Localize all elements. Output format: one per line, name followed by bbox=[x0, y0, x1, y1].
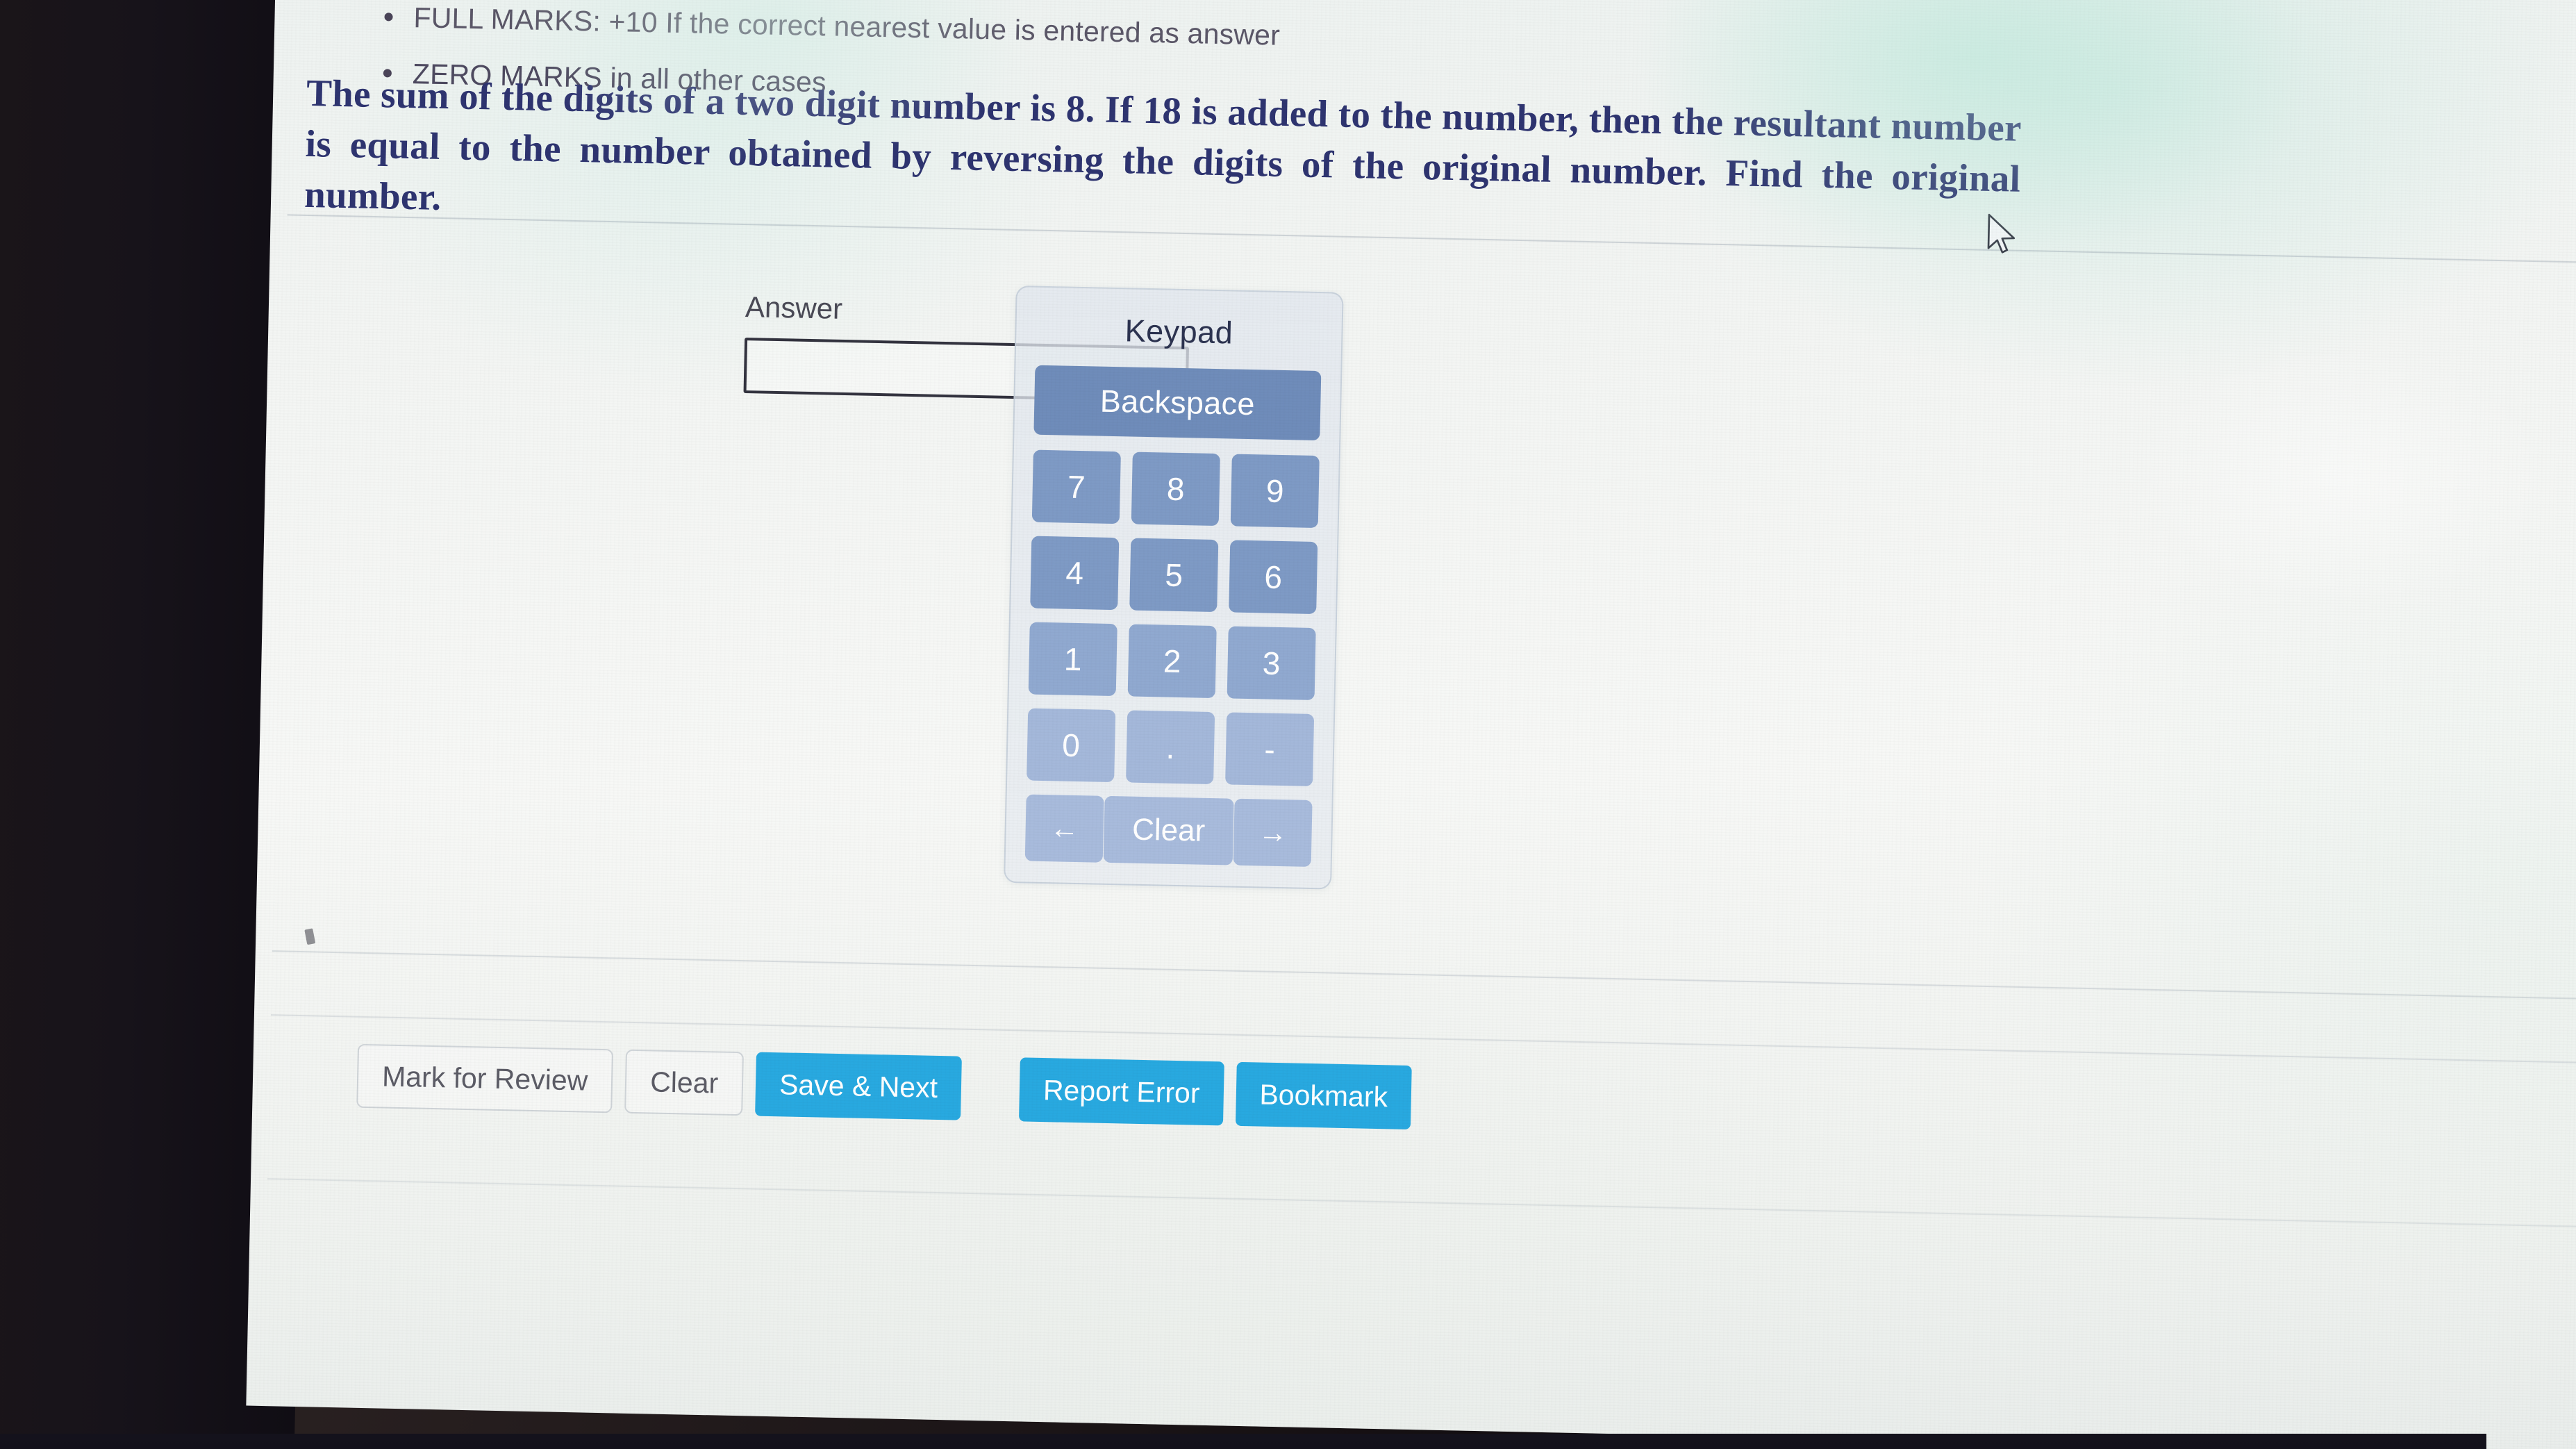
keypad-key-8[interactable]: 8 bbox=[1131, 452, 1220, 527]
keypad-row-nav: ← Clear → bbox=[1024, 794, 1313, 867]
keypad-clear-button[interactable]: Clear bbox=[1103, 795, 1234, 866]
keypad-key-2[interactable]: 2 bbox=[1127, 624, 1217, 699]
monitor-photo: FULL MARKS: +10 If the correct nearest v… bbox=[0, 0, 2576, 1449]
keypad-key-0[interactable]: 0 bbox=[1027, 708, 1116, 783]
keypad-row-123: 1 2 3 bbox=[1028, 622, 1316, 701]
report-error-button[interactable]: Report Error bbox=[1019, 1057, 1224, 1126]
bookmark-button[interactable]: Bookmark bbox=[1235, 1061, 1412, 1129]
keypad-row-0-dot-minus: 0 . - bbox=[1027, 708, 1315, 786]
keypad-arrow-left-icon[interactable]: ← bbox=[1024, 794, 1104, 863]
exam-page: FULL MARKS: +10 If the correct nearest v… bbox=[246, 0, 2576, 1449]
keypad-key-4[interactable]: 4 bbox=[1030, 536, 1120, 611]
keypad-panel: Keypad Backspace 7 8 9 4 5 6 1 2 3 0 . -… bbox=[1004, 285, 1344, 890]
keypad-key-9[interactable]: 9 bbox=[1230, 454, 1320, 529]
keypad-key-6[interactable]: 6 bbox=[1229, 540, 1318, 615]
monitor-bottom-bezel bbox=[0, 1434, 2486, 1449]
keypad-arrow-right-icon[interactable]: → bbox=[1233, 798, 1313, 867]
save-and-next-button[interactable]: Save & Next bbox=[755, 1052, 962, 1120]
marking-scheme-full-marks: FULL MARKS: +10 If the correct nearest v… bbox=[413, 1, 1281, 51]
section-divider bbox=[272, 950, 2576, 1000]
mark-for-review-button[interactable]: Mark for Review bbox=[356, 1043, 614, 1113]
keypad-row-456: 4 5 6 bbox=[1030, 536, 1318, 615]
action-bar: Mark for Review Clear Save & Next Report… bbox=[356, 1043, 1424, 1130]
screen-speck bbox=[304, 928, 316, 945]
keypad-key-7[interactable]: 7 bbox=[1031, 449, 1121, 524]
keypad-key-5[interactable]: 5 bbox=[1129, 538, 1219, 613]
list-item: FULL MARKS: +10 If the correct nearest v… bbox=[379, 0, 1907, 67]
keypad-key-minus[interactable]: - bbox=[1225, 712, 1315, 786]
keypad-row-789: 7 8 9 bbox=[1031, 449, 1320, 529]
section-divider bbox=[267, 1178, 2576, 1228]
bullet-dot-icon bbox=[384, 13, 393, 22]
keypad-key-1[interactable]: 1 bbox=[1028, 622, 1117, 697]
keypad-title: Keypad bbox=[1124, 313, 1233, 351]
keypad-backspace-button[interactable]: Backspace bbox=[1033, 365, 1322, 441]
keypad-key-3[interactable]: 3 bbox=[1227, 626, 1316, 701]
action-bar-gap bbox=[974, 1088, 1020, 1089]
keypad-key-decimal[interactable]: . bbox=[1126, 710, 1215, 785]
clear-button[interactable]: Clear bbox=[624, 1049, 745, 1116]
monitor-screen: FULL MARKS: +10 If the correct nearest v… bbox=[246, 0, 2576, 1449]
